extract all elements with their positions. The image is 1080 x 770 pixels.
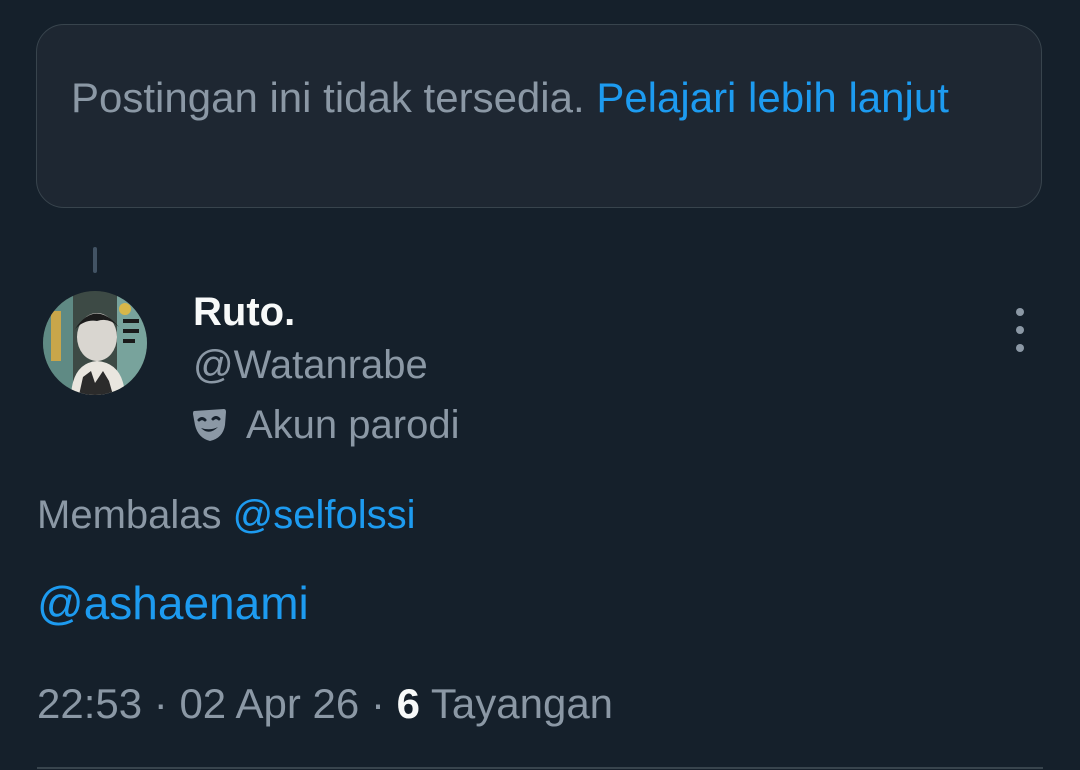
meta-separator: · [370,680,385,727]
reply-to-mention[interactable]: @selfolssi [233,493,416,537]
thread-connector-line [93,247,97,273]
tweet-metadata: 22:53 · 02 Apr 26 · 6 Tayangan [37,678,613,730]
more-dot-icon [1016,308,1024,316]
more-options-button[interactable] [1002,308,1038,352]
parody-label-text: Akun parodi [246,403,460,447]
divider [37,767,1043,769]
author-display-name[interactable]: Ruto. [193,288,295,336]
tweet-time[interactable]: 22:53 [37,680,142,727]
learn-more-link[interactable]: Pelajari lebih lanjut [596,74,949,121]
author-handle[interactable]: @Watanrabe [193,340,428,390]
views-label: Tayangan [430,680,614,727]
meta-separator: · [153,680,168,727]
avatar[interactable] [43,291,147,395]
more-dot-icon [1016,326,1024,334]
views-count: 6 [396,680,420,727]
theater-masks-icon [193,409,226,441]
tweet-text: @ashaenami [37,574,309,632]
tweet-mention[interactable]: @ashaenami [37,577,309,629]
avatar-image [43,291,147,395]
notice-text: Postingan ini tidak tersedia. [71,74,585,121]
reply-prefix: Membalas [37,493,222,537]
more-dot-icon [1016,344,1024,352]
unavailable-post-notice: Postingan ini tidak tersedia. Pelajari l… [36,24,1042,208]
parody-account-label: Akun parodi [190,400,459,450]
tweet-date[interactable]: 02 Apr 26 [179,680,359,727]
replying-to-line: Membalas @selfolssi [37,490,416,540]
